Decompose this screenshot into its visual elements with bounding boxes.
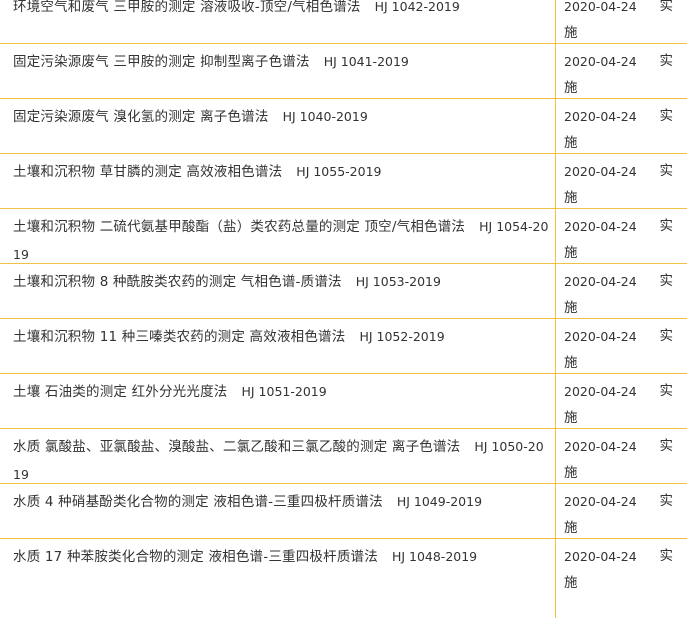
status-text-wrap: 施 <box>564 410 578 426</box>
standard-code: HJ 1053-2019 <box>355 274 441 289</box>
status-text-wrap: 施 <box>564 575 578 591</box>
standard-code: HJ 1048-2019 <box>391 549 478 564</box>
status-text: 实 <box>659 0 674 14</box>
standard-code: HJ 1051-2019 <box>241 384 327 399</box>
status-text-wrap: 施 <box>564 25 578 41</box>
status-text: 实 <box>659 53 674 69</box>
status-text: 实 <box>659 548 674 564</box>
standard-title-cell: 土壤 石油类的测定 红外分光光度法 HJ 1051-2019 <box>0 374 556 428</box>
standard-name: 固定污染源废气 三甲胺的测定 抑制型离子色谱法 <box>13 54 310 70</box>
table-row: 土壤 石油类的测定 红外分光光度法 HJ 1051-2019 2020-04-24… <box>0 373 687 428</box>
implementation-date: 2020-04-24 <box>564 274 637 289</box>
implementation-date: 2020-04-24 <box>564 494 637 509</box>
date-cell: 2020-04-24 实施 <box>556 99 687 153</box>
date-cell: 2020-04-24 实施 <box>556 154 687 208</box>
standard-name: 固定污染源废气 溴化氢的测定 离子色谱法 <box>13 109 269 125</box>
status-text-wrap: 施 <box>564 135 578 151</box>
status-text-wrap: 施 <box>564 80 578 96</box>
standard-code: HJ 1049-2019 <box>396 494 483 509</box>
implementation-date: 2020-04-24 <box>564 329 637 344</box>
implementation-date: 2020-04-24 <box>564 549 637 564</box>
standard-title-cell: 水质 4 种硝基酚类化合物的测定 液相色谱-三重四极杆质谱法 HJ 1049-20… <box>0 484 556 538</box>
implementation-date: 2020-04-24 <box>564 384 637 399</box>
standard-name: 土壤和沉积物 8 种酰胺类农药的测定 气相色谱-质谱法 <box>13 274 342 290</box>
table-row: 固定污染源废气 三甲胺的测定 抑制型离子色谱法 HJ 1041-2019 2020… <box>0 43 687 98</box>
standard-name: 水质 4 种硝基酚类化合物的测定 液相色谱-三重四极杆质谱法 <box>13 494 383 510</box>
status-text: 实 <box>659 163 674 179</box>
standard-code: HJ 1041-2019 <box>323 54 409 69</box>
standard-title-cell: 土壤和沉积物 8 种酰胺类农药的测定 气相色谱-质谱法 HJ 1053-2019 <box>0 264 556 318</box>
implementation-date: 2020-04-24 <box>564 54 637 69</box>
status-text-wrap: 施 <box>564 245 578 261</box>
standard-title-cell: 水质 氯酸盐、亚氯酸盐、溴酸盐、二氯乙酸和三氯乙酸的测定 离子色谱法 HJ 105… <box>0 429 556 483</box>
implementation-date: 2020-04-24 <box>564 439 637 454</box>
standard-title-cell: 土壤和沉积物 11 种三嗪类农药的测定 高效液相色谱法 HJ 1052-2019 <box>0 319 556 373</box>
standard-title-cell: 固定污染源废气 三甲胺的测定 抑制型离子色谱法 HJ 1041-2019 <box>0 44 556 98</box>
standard-title-cell: 水质 17 种苯胺类化合物的测定 液相色谱-三重四极杆质谱法 HJ 1048-20… <box>0 539 556 618</box>
standard-title-cell: 土壤和沉积物 二硫代氨基甲酸酯（盐）类农药总量的测定 顶空/气相色谱法 HJ 10… <box>0 209 556 263</box>
standard-name: 土壤和沉积物 草甘膦的测定 高效液相色谱法 <box>13 164 283 180</box>
date-cell: 2020-04-24 实施 <box>556 429 687 483</box>
date-cell: 2020-04-24 实施 <box>556 319 687 373</box>
status-text: 实 <box>659 108 674 124</box>
status-text: 实 <box>659 218 674 234</box>
table-row: 水质 17 种苯胺类化合物的测定 液相色谱-三重四极杆质谱法 HJ 1048-20… <box>0 538 687 618</box>
status-text: 实 <box>659 438 674 454</box>
standard-code: HJ 1055-2019 <box>296 164 382 179</box>
standard-name: 土壤 石油类的测定 红外分光光度法 <box>13 384 228 400</box>
table-row: 土壤和沉积物 11 种三嗪类农药的测定 高效液相色谱法 HJ 1052-2019 … <box>0 318 687 373</box>
date-cell: 2020-04-24 实施 <box>556 209 687 263</box>
standard-name: 土壤和沉积物 11 种三嗪类农药的测定 高效液相色谱法 <box>13 329 346 345</box>
date-cell: 2020-04-24 实施 <box>556 264 687 318</box>
standards-table: 环境空气和废气 三甲胺的测定 溶液吸收-顶空/气相色谱法 HJ 1042-2019… <box>0 0 687 618</box>
standard-name: 水质 氯酸盐、亚氯酸盐、溴酸盐、二氯乙酸和三氯乙酸的测定 离子色谱法 <box>13 439 461 455</box>
table-row: 土壤和沉积物 二硫代氨基甲酸酯（盐）类农药总量的测定 顶空/气相色谱法 HJ 10… <box>0 208 687 263</box>
status-text: 实 <box>659 383 674 399</box>
implementation-date: 2020-04-24 <box>564 219 637 234</box>
table-row: 土壤和沉积物 草甘膦的测定 高效液相色谱法 HJ 1055-2019 2020-0… <box>0 153 687 208</box>
date-cell: 2020-04-24 实施 <box>556 0 687 43</box>
standard-title-cell: 固定污染源废气 溴化氢的测定 离子色谱法 HJ 1040-2019 <box>0 99 556 153</box>
table-row: 环境空气和废气 三甲胺的测定 溶液吸收-顶空/气相色谱法 HJ 1042-2019… <box>0 0 687 43</box>
table-row: 土壤和沉积物 8 种酰胺类农药的测定 气相色谱-质谱法 HJ 1053-2019 … <box>0 263 687 318</box>
implementation-date: 2020-04-24 <box>564 109 637 124</box>
table-row: 固定污染源废气 溴化氢的测定 离子色谱法 HJ 1040-2019 2020-04… <box>0 98 687 153</box>
date-cell: 2020-04-24 实施 <box>556 374 687 428</box>
standard-name: 环境空气和废气 三甲胺的测定 溶液吸收-顶空/气相色谱法 <box>13 0 361 15</box>
status-text: 实 <box>659 273 674 289</box>
standard-code: HJ 1052-2019 <box>359 329 445 344</box>
implementation-date: 2020-04-24 <box>564 0 637 14</box>
standard-name: 水质 17 种苯胺类化合物的测定 液相色谱-三重四极杆质谱法 <box>13 549 378 565</box>
date-cell: 2020-04-24 实施 <box>556 44 687 98</box>
table-row: 水质 4 种硝基酚类化合物的测定 液相色谱-三重四极杆质谱法 HJ 1049-20… <box>0 483 687 538</box>
standard-name: 土壤和沉积物 二硫代氨基甲酸酯（盐）类农药总量的测定 顶空/气相色谱法 <box>13 219 466 235</box>
table-row: 水质 氯酸盐、亚氯酸盐、溴酸盐、二氯乙酸和三氯乙酸的测定 离子色谱法 HJ 105… <box>0 428 687 483</box>
standard-code: HJ 1042-2019 <box>374 0 460 14</box>
status-text-wrap: 施 <box>564 520 578 536</box>
implementation-date: 2020-04-24 <box>564 164 637 179</box>
status-text: 实 <box>659 328 674 344</box>
date-cell: 2020-04-24 实施 <box>556 539 687 618</box>
status-text-wrap: 施 <box>564 300 578 316</box>
status-text-wrap: 施 <box>564 465 578 481</box>
status-text-wrap: 施 <box>564 355 578 371</box>
standard-code: HJ 1040-2019 <box>282 109 368 124</box>
date-cell: 2020-04-24 实施 <box>556 484 687 538</box>
status-text: 实 <box>659 493 674 509</box>
standard-title-cell: 环境空气和废气 三甲胺的测定 溶液吸收-顶空/气相色谱法 HJ 1042-2019 <box>0 0 556 43</box>
standard-title-cell: 土壤和沉积物 草甘膦的测定 高效液相色谱法 HJ 1055-2019 <box>0 154 556 208</box>
status-text-wrap: 施 <box>564 190 578 206</box>
